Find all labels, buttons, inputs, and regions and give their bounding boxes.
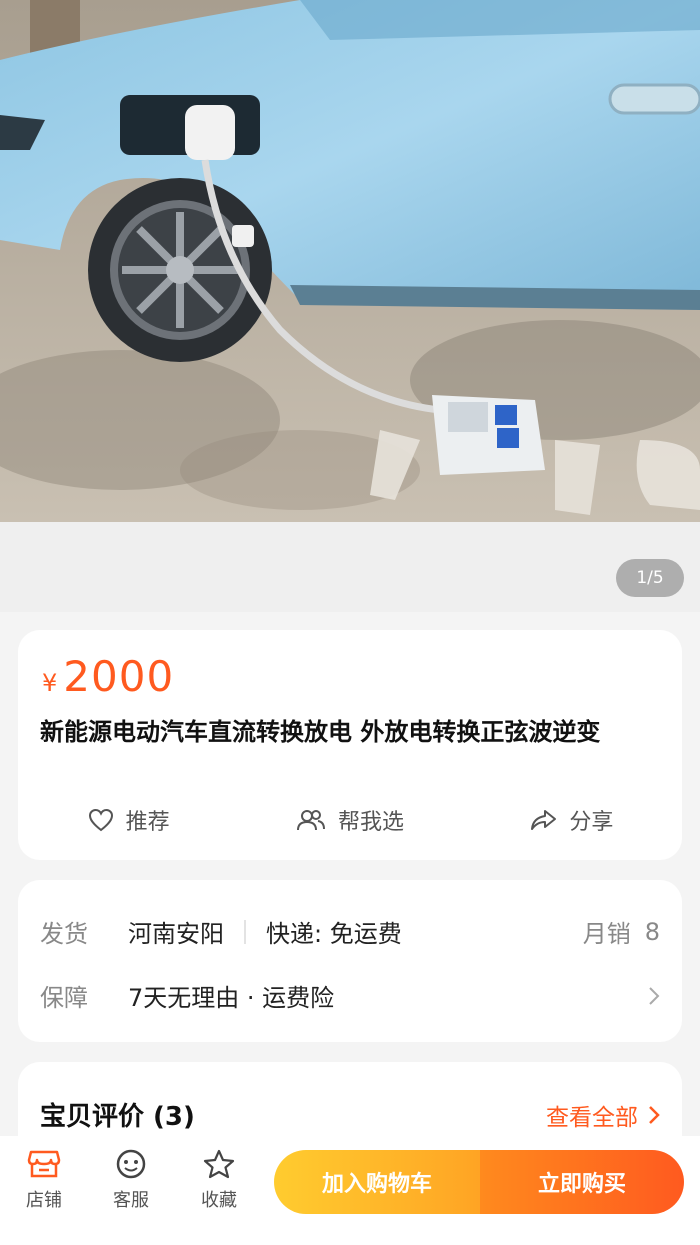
- gallery-footer: [0, 522, 700, 612]
- store-label: 店铺: [26, 1190, 62, 1211]
- chevron-right-icon: [649, 1106, 660, 1124]
- shipping-row: 发货 河南安阳 快递: 免运费 月销 8: [40, 914, 660, 949]
- guarantee-row[interactable]: 保障 7天无理由 · 运费险: [40, 978, 660, 1013]
- ship-label: 发货: [40, 920, 88, 948]
- view-all-reviews-link[interactable]: 查看全部: [546, 1098, 660, 1132]
- help-choose-label: 帮我选: [337, 810, 404, 835]
- ship-from: 河南安阳: [128, 920, 224, 948]
- add-to-cart-button[interactable]: 加入购物车: [274, 1150, 480, 1214]
- product-title: 新能源电动汽车直流转换放电 外放电转换正弦波逆变: [40, 718, 601, 746]
- heart-icon: [88, 808, 113, 832]
- price-value: 2000: [63, 652, 175, 701]
- purchase-buttons: 加入购物车 立即购买: [274, 1150, 684, 1214]
- service-face-icon: [116, 1149, 146, 1179]
- share-button[interactable]: 分享: [461, 800, 682, 840]
- share-icon: [531, 810, 557, 830]
- share-label: 分享: [569, 810, 614, 835]
- product-photo-illustration: [0, 0, 700, 522]
- shipping-card: 发货 河南安阳 快递: 免运费 月销 8 保障 7天无理由 · 运费险: [18, 880, 682, 1042]
- customer-service-tab[interactable]: 客服: [101, 1148, 161, 1212]
- guarantee-value: 7天无理由 · 运费险: [128, 984, 335, 1012]
- favorite-label: 收藏: [201, 1190, 237, 1211]
- bottom-action-bar: 店铺 客服 收藏 加入购物车 立即购买: [0, 1136, 700, 1245]
- service-label: 客服: [113, 1190, 149, 1211]
- product-info-card: ¥ 2000 新能源电动汽车直流转换放电 外放电转换正弦波逆变 推荐 帮我选 分…: [18, 630, 682, 860]
- divider: [244, 919, 246, 944]
- reviews-title: 宝贝评价 (3): [40, 1102, 195, 1132]
- monthly-sales-count: 8: [644, 917, 660, 946]
- guarantee-label: 保障: [40, 984, 88, 1012]
- help-choose-button[interactable]: 帮我选: [239, 800, 460, 840]
- favorite-tab[interactable]: 收藏: [189, 1148, 249, 1212]
- chevron-right-icon: [649, 986, 660, 1005]
- recommend-button[interactable]: 推荐: [18, 800, 239, 840]
- buy-now-button[interactable]: 立即购买: [480, 1150, 684, 1214]
- recommend-label: 推荐: [125, 810, 170, 835]
- star-icon: [203, 1149, 235, 1179]
- store-tab[interactable]: 店铺: [14, 1148, 74, 1212]
- product-image[interactable]: [0, 0, 700, 522]
- gallery-page-indicator: 1/5: [616, 559, 684, 597]
- express-fee: 快递: 免运费: [266, 920, 402, 948]
- monthly-sales-label: 月销: [582, 920, 631, 948]
- product-actions: 推荐 帮我选 分享: [18, 800, 682, 840]
- currency-symbol: ¥: [42, 669, 58, 697]
- people-icon: [296, 810, 325, 831]
- view-all-label: 查看全部: [546, 1105, 638, 1131]
- price: ¥ 2000: [42, 652, 174, 701]
- store-icon: [27, 1150, 61, 1178]
